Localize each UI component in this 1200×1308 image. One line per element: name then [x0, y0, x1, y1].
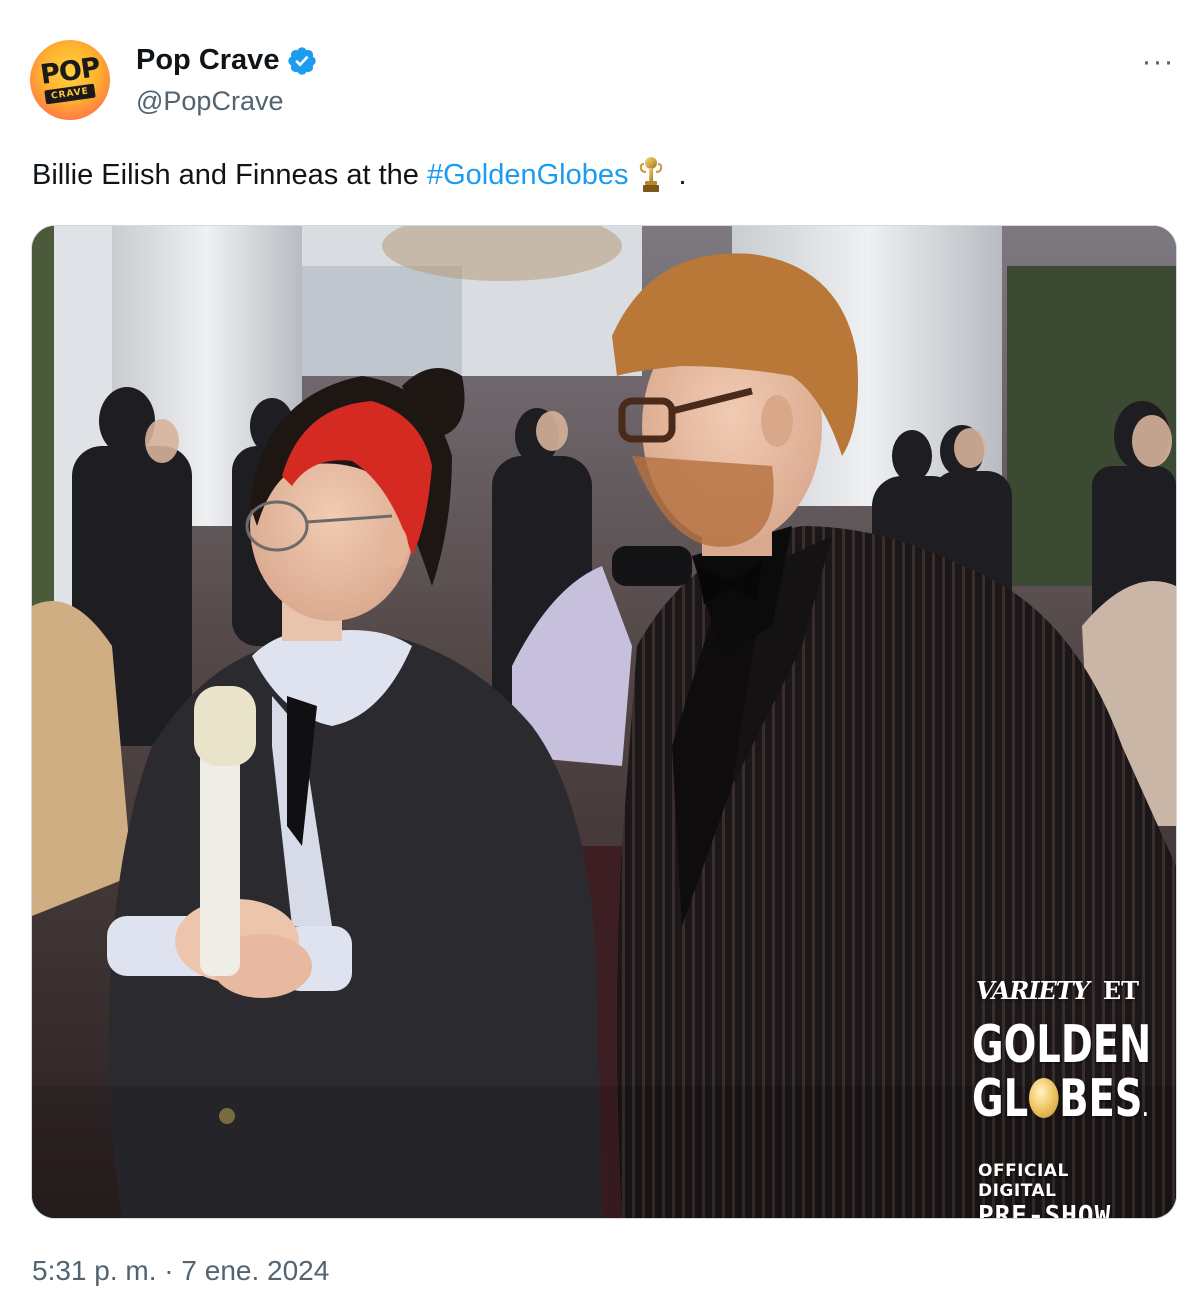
more-horizontal-icon: ···: [1141, 45, 1175, 78]
overlay-subtitle-line1: OFFICIAL DIGITAL: [978, 1161, 1069, 1201]
tweet-text: Billie Eilish and Finneas at the #Golden…: [32, 156, 687, 194]
et-logo: ET: [1102, 976, 1139, 1005]
tweet-text-prefix: Billie Eilish and Finneas at the: [32, 158, 427, 191]
golden-globes-title-line1: GOLDEN: [972, 1015, 1152, 1075]
overlay-subtitle-line2: PRE-SHOW: [978, 1201, 1112, 1219]
author-name-row: Pop Crave: [136, 44, 318, 77]
broadcast-brands: VARIETY ET: [976, 976, 1152, 1005]
verified-badge-icon: [286, 45, 318, 77]
more-options-button[interactable]: ···: [1138, 45, 1178, 78]
title-line2-start: GL: [972, 1069, 1029, 1129]
author-handle[interactable]: @PopCrave: [136, 86, 283, 117]
hashtag-link[interactable]: #GoldenGlobes: [427, 159, 629, 192]
avatar[interactable]: POP CRAVE: [30, 40, 110, 120]
title-line2-end: BES: [1059, 1069, 1143, 1129]
golden-globes-title-line2: GL BES.: [972, 1073, 1148, 1135]
tweet-text-suffix: .: [670, 158, 687, 191]
tweet-media-photo[interactable]: VARIETY ET GOLDEN GL BES. OFFICIAL DIGITA…: [31, 225, 1177, 1219]
golden-globes-overlay: VARIETY ET GOLDEN GL BES. OFFICIAL DIGITA…: [972, 976, 1152, 1219]
title-trademark: .: [1142, 1097, 1149, 1121]
tweet-card: POP CRAVE Pop Crave @PopCrave ··· Billie…: [0, 0, 1200, 1308]
golden-globe-icon: [1028, 1078, 1059, 1118]
tweet-timestamp[interactable]: 5:31 p. m. · 7 ene. 2024: [32, 1255, 329, 1287]
variety-logo: VARIETY: [976, 976, 1090, 1005]
trophy-icon: [638, 156, 664, 194]
display-name[interactable]: Pop Crave: [136, 44, 279, 77]
